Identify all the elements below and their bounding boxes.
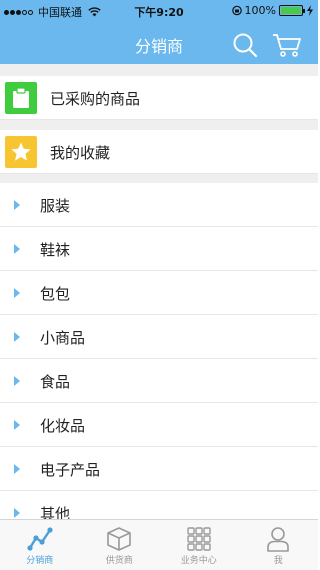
star-icon	[5, 136, 37, 168]
status-bar: 中国联通 下午9:20 100%	[0, 0, 318, 22]
rotation-lock-icon	[231, 5, 242, 16]
category-label: 小商品	[40, 329, 86, 347]
category-label: 食品	[40, 373, 71, 391]
favorites-row[interactable]: 我的收藏	[0, 130, 318, 174]
category-label: 电子产品	[40, 461, 101, 479]
grid-icon	[187, 527, 211, 551]
caret-right-icon	[14, 244, 20, 254]
tab-business-center[interactable]: 业务中心	[159, 520, 239, 570]
caret-right-icon	[14, 332, 20, 342]
category-label: 鞋袜	[40, 241, 71, 259]
box-icon	[107, 527, 132, 551]
category-label: 服装	[40, 197, 71, 215]
favorites-label: 我的收藏	[50, 144, 111, 162]
person-icon	[267, 527, 290, 552]
caret-right-icon	[14, 464, 20, 474]
tab-label: 供货商	[105, 556, 133, 566]
battery-fill	[281, 7, 301, 14]
caret-right-icon	[14, 508, 20, 518]
chart-line-icon	[27, 527, 53, 551]
header: 中国联通 下午9:20 100% 分销商	[0, 0, 318, 64]
caret-right-icon	[14, 200, 20, 210]
status-right: 100%	[231, 4, 314, 17]
search-icon[interactable]	[232, 32, 258, 58]
charging-icon	[307, 5, 313, 16]
category-row[interactable]: 电子产品	[0, 447, 318, 491]
section-divider	[0, 174, 318, 183]
tab-bar: 分销商 供货商 业务中心 我	[0, 519, 318, 570]
caret-right-icon	[14, 420, 20, 430]
caret-right-icon	[14, 288, 20, 298]
purchased-products-row[interactable]: 已采购的商品	[0, 76, 318, 120]
battery-percent: 100%	[244, 4, 276, 17]
category-row[interactable]: 服装	[0, 183, 318, 227]
category-label: 包包	[40, 285, 71, 303]
category-row[interactable]: 包包	[0, 271, 318, 315]
tab-label: 分销商	[26, 556, 54, 566]
page-title: 分销商	[134, 37, 183, 56]
section-divider	[0, 64, 318, 76]
category-row[interactable]: 小商品	[0, 315, 318, 359]
category-row[interactable]: 化妆品	[0, 403, 318, 447]
battery-icon	[279, 5, 305, 16]
category-label: 化妆品	[40, 417, 86, 435]
tab-distributor[interactable]: 分销商	[0, 520, 80, 570]
category-row[interactable]: 鞋袜	[0, 227, 318, 271]
clipboard-icon	[5, 82, 37, 114]
tab-me[interactable]: 我	[239, 520, 319, 570]
cart-icon[interactable]	[272, 32, 302, 58]
section-divider	[0, 120, 318, 130]
tab-supplier[interactable]: 供货商	[80, 520, 160, 570]
caret-right-icon	[14, 376, 20, 386]
category-row[interactable]: 食品	[0, 359, 318, 403]
tab-label: 我	[273, 556, 283, 566]
tab-label: 业务中心	[180, 556, 217, 566]
purchased-products-label: 已采购的商品	[50, 90, 141, 108]
